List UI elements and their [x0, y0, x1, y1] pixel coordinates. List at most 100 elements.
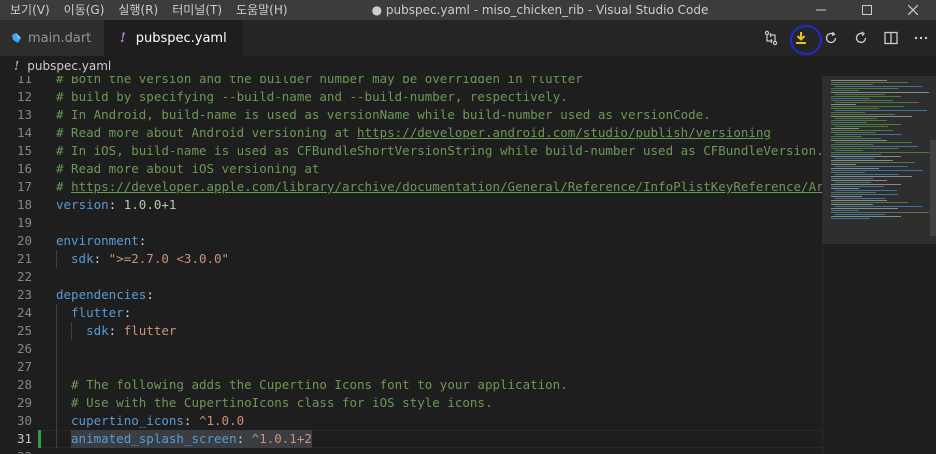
menu-help[interactable]: 도움말(H)	[229, 0, 295, 20]
minimap-line	[831, 178, 873, 179]
tab-pubspec-yaml[interactable]: ! pubspec.yaml	[104, 20, 242, 56]
minimap-line	[831, 162, 915, 163]
code-line[interactable]: 20 environment:	[0, 232, 822, 250]
minimap-line	[831, 200, 887, 201]
indent-guide	[71, 322, 73, 340]
minimap-line	[835, 214, 886, 215]
breadcrumb-file[interactable]: pubspec.yaml	[27, 59, 111, 73]
pub-get-button[interactable]	[786, 20, 822, 56]
minimize-button[interactable]	[798, 0, 844, 20]
minimap-line	[831, 188, 859, 189]
minimap-line	[831, 100, 893, 101]
comment-text: # The following adds the Cupertino Icons…	[71, 377, 568, 392]
hot-restart-button[interactable]	[846, 20, 876, 56]
code-editor[interactable]: 11 # Both the version and the builder num…	[0, 76, 822, 454]
yaml-key: version	[56, 197, 109, 212]
hot-reload-button[interactable]	[816, 20, 846, 56]
line-code: # In iOS, build-name is used as CFBundle…	[56, 142, 822, 160]
code-lines: 11 # Both the version and the builder num…	[0, 76, 822, 454]
menu-go[interactable]: 이동(G)	[57, 0, 112, 20]
tab-label: main.dart	[28, 30, 92, 46]
minimap-line	[831, 186, 885, 187]
line-code: version: 1.0.0+1	[56, 197, 177, 212]
source-control-compare-icon	[764, 30, 778, 46]
comment-link[interactable]: https://developer.apple.com/library/arch…	[71, 179, 822, 194]
vertical-scrollbar[interactable]	[930, 140, 936, 236]
minimap-line	[835, 134, 903, 135]
yaml-icon: !	[14, 59, 20, 73]
yaml-value: ^1.0.1+2	[251, 431, 312, 446]
line-code: # Read more about iOS versioning at	[56, 160, 319, 178]
code-line[interactable]: 18 version: 1.0.0+1	[0, 196, 822, 214]
minimap-line	[831, 208, 899, 209]
open-changes-button[interactable]	[756, 20, 786, 56]
code-line[interactable]: 11 # Both the version and the builder num…	[0, 76, 822, 88]
line-code: sdk: ">=2.7.0 <3.0.0"	[71, 251, 230, 266]
code-line[interactable]: 25 sdk: flutter	[0, 322, 822, 340]
line-number: 16	[16, 161, 32, 176]
code-line[interactable]: 31 animated_splash_screen: ^1.0.1+2	[0, 430, 822, 448]
indent-guide	[56, 412, 57, 430]
code-line[interactable]: 13 # In Android, build-name is used as ve…	[0, 106, 822, 124]
minimap-line	[831, 192, 876, 193]
code-line[interactable]: 22	[0, 268, 822, 286]
minimap-line	[835, 150, 863, 151]
minimap-line	[831, 218, 871, 219]
refresh-icon	[825, 31, 837, 44]
comment-text: # build by specifying --build-name and -…	[56, 89, 568, 104]
indent-guide	[56, 304, 57, 322]
line-code: flutter:	[71, 305, 132, 320]
menu-run[interactable]: 실행(R)	[111, 0, 165, 20]
code-line[interactable]: 23 dependencies:	[0, 286, 822, 304]
more-actions-button[interactable]	[906, 20, 936, 56]
code-line[interactable]: 15 # In iOS, build-name is used as CFBund…	[0, 142, 822, 160]
minimize-icon	[816, 9, 826, 11]
yaml-key: sdk	[86, 323, 109, 338]
code-line[interactable]: 28 # The following adds the Cupertino Ico…	[0, 376, 822, 394]
code-line[interactable]: 27	[0, 358, 822, 376]
line-number: 11	[16, 76, 32, 86]
split-editor-button[interactable]	[876, 20, 906, 56]
minimap-line	[831, 172, 865, 173]
code-line[interactable]: 19	[0, 214, 822, 232]
minimap-line	[835, 86, 922, 87]
line-code: sdk: flutter	[86, 323, 177, 338]
minimap[interactable]	[822, 76, 936, 454]
minimap-line	[835, 94, 886, 95]
dart-icon	[12, 33, 21, 43]
code-line[interactable]: 16 # Read more about iOS versioning at	[0, 160, 822, 178]
minimap-line	[831, 98, 871, 99]
line-number: 28	[16, 377, 32, 392]
code-line[interactable]: 29 # Use with the CupertinoIcons class fo…	[0, 394, 822, 412]
yaml-value: ^1.0.0	[198, 413, 245, 428]
line-code: # Both the version and the builder numbe…	[56, 76, 583, 88]
code-line[interactable]: 12 # build by specifying --build-name and…	[0, 88, 822, 106]
code-line[interactable]: 17 # https://developer.apple.com/library/…	[0, 178, 822, 196]
line-number: 31	[16, 431, 32, 446]
code-line[interactable]: 32	[0, 448, 822, 454]
menu-terminal[interactable]: 터미널(T)	[165, 0, 229, 20]
comment-link[interactable]: https://developer.android.com/studio/pub…	[357, 125, 771, 140]
more-actions-icon	[914, 36, 928, 40]
tab-main-dart[interactable]: main.dart	[0, 20, 104, 56]
code-line[interactable]: 21 sdk: ">=2.7.0 <3.0.0"	[0, 250, 822, 268]
code-line[interactable]: 14 # Read more about Android versioning a…	[0, 124, 822, 142]
indent-guide	[56, 430, 57, 448]
window-title: ● pubspec.yaml - miso_chicken_rib - Visu…	[371, 3, 709, 17]
yaml-icon: !	[120, 30, 126, 46]
code-line[interactable]: 24 flutter:	[0, 304, 822, 322]
minimap-line	[831, 128, 859, 129]
minimap-line	[831, 84, 873, 85]
yaml-key: sdk	[71, 251, 94, 266]
comment-text: # Both the version and the builder numbe…	[56, 76, 583, 86]
line-number: 25	[16, 323, 32, 338]
maximize-button[interactable]	[844, 0, 890, 20]
code-line[interactable]: 26	[0, 340, 822, 358]
minimap-line	[835, 198, 886, 199]
close-button[interactable]	[890, 0, 936, 20]
line-code: dependencies:	[56, 287, 154, 302]
minimap-line	[831, 164, 857, 165]
code-line[interactable]: 30 cupertino_icons: ^1.0.0	[0, 412, 822, 430]
menu-view[interactable]: 보기(V)	[0, 0, 57, 20]
comment-text: #	[56, 179, 72, 194]
